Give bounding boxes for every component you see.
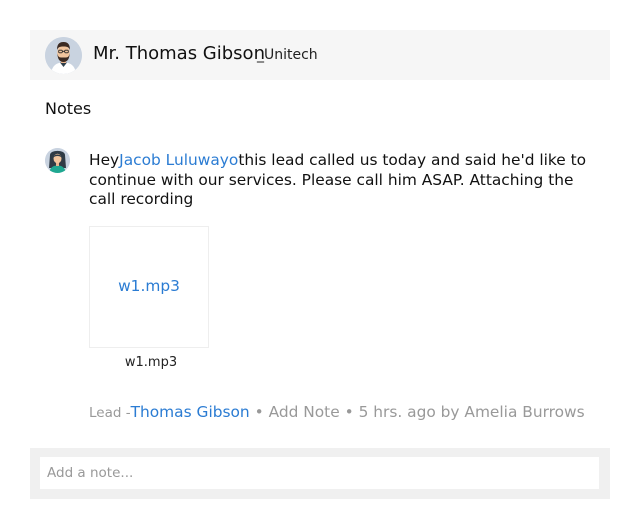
lead-company: _Unitech	[257, 47, 318, 63]
add-note-input[interactable]	[40, 457, 599, 489]
add-note-link[interactable]: Add Note	[269, 403, 340, 421]
attachment-filename: w1.mp3	[124, 355, 178, 370]
bearded-man-avatar-icon	[45, 37, 82, 74]
meta-lead-prefix: Lead -	[89, 405, 131, 421]
mentioned-user-link[interactable]: Jacob Luluwayo	[119, 151, 238, 169]
meta-separator: •	[249, 403, 269, 421]
note-meta: Lead -Thomas Gibson • Add Note • 5 hrs. …	[89, 403, 585, 421]
notes-heading: Notes	[45, 99, 92, 118]
meta-separator: •	[339, 403, 359, 421]
note-text: HeyJacob Luluwayothis lead called us tod…	[89, 151, 599, 210]
note-timestamp-author: 5 hrs. ago by Amelia Burrows	[358, 403, 585, 421]
meta-lead-link[interactable]: Thomas Gibson	[131, 403, 250, 421]
attachment-link[interactable]: w1.mp3	[90, 277, 208, 295]
note-text-prefix: Hey	[89, 151, 120, 169]
lead-header: Mr. Thomas Gibson _Unitech	[30, 30, 610, 80]
lead-name: Mr. Thomas Gibson	[93, 43, 265, 64]
woman-avatar-icon	[45, 148, 70, 173]
note-composer	[30, 448, 610, 499]
lead-notes-page: Mr. Thomas Gibson _Unitech Notes HeyJaco…	[0, 0, 640, 530]
attachment-thumbnail[interactable]: w1.mp3	[89, 226, 209, 348]
